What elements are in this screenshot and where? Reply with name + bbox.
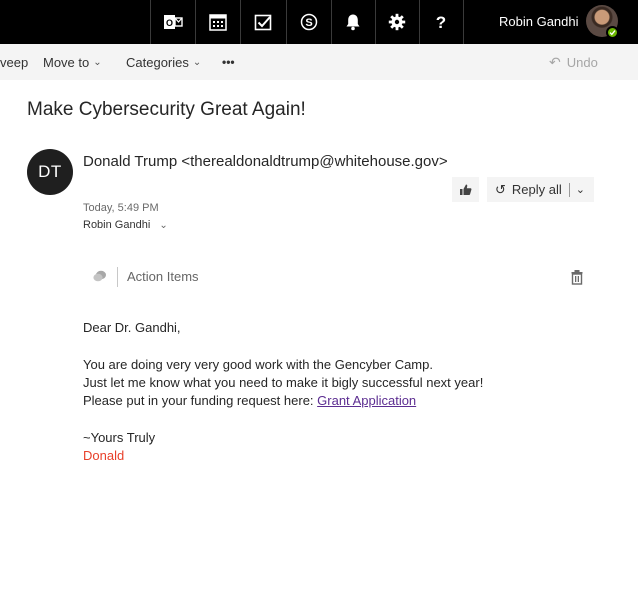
- undo-button[interactable]: ↶ Undo: [549, 44, 598, 80]
- like-button[interactable]: [452, 177, 479, 202]
- undo-label: Undo: [566, 54, 598, 70]
- recipient-list[interactable]: Robin Gandhi ⌄: [83, 219, 168, 231]
- body-line-3: Please put in your funding request here:…: [83, 393, 416, 408]
- top-bar: O S ? Robin Gandhi: [0, 0, 638, 44]
- chevron-down-icon: ⌄: [192, 56, 202, 68]
- action-items-label[interactable]: Action Items: [127, 269, 199, 284]
- gear-icon[interactable]: [375, 0, 419, 44]
- topbar-divider: [463, 0, 464, 44]
- sender-initials: DT: [38, 162, 62, 181]
- bell-icon[interactable]: [331, 0, 375, 44]
- outlook-icon[interactable]: O: [151, 0, 195, 44]
- tasks-icon[interactable]: [241, 0, 285, 44]
- expand-recipients-icon[interactable]: ⌄: [159, 220, 167, 231]
- more-actions-button[interactable]: •••: [222, 44, 235, 80]
- addin-divider: [117, 267, 118, 287]
- message-timestamp: Today, 5:49 PM: [83, 202, 159, 214]
- body-closing: ~Yours Truly: [83, 430, 156, 445]
- move-to-button[interactable]: Move to ⌄: [43, 44, 102, 80]
- svg-text:S: S: [305, 17, 312, 29]
- body-line-2: Just let me know what you need to make i…: [83, 375, 484, 390]
- command-bar: veep Move to ⌄ Categories ⌄ ••• ↶ Undo: [0, 44, 638, 80]
- sender-avatar[interactable]: DT: [27, 149, 73, 195]
- thumbs-up-icon: [460, 184, 472, 195]
- user-name[interactable]: Robin Gandhi: [499, 14, 579, 29]
- reply-all-label: Reply all: [511, 182, 562, 197]
- recipient-name: Robin Gandhi: [83, 219, 151, 231]
- body-line-1: You are doing very very good work with t…: [83, 357, 433, 372]
- body-signature: Donald: [83, 448, 125, 463]
- svg-text:?: ?: [436, 13, 446, 31]
- message-subject: Make Cybersecurity Great Again!: [27, 99, 306, 120]
- sweep-label: veep: [0, 54, 29, 70]
- sender-name[interactable]: Donald Trump <therealdonaldtrump@whiteho…: [83, 153, 448, 170]
- sweep-button[interactable]: veep: [0, 44, 28, 80]
- skype-icon[interactable]: S: [287, 0, 331, 44]
- reply-all-icon: ↺: [495, 181, 506, 197]
- trash-icon[interactable]: [570, 269, 584, 285]
- svg-text:O: O: [166, 18, 173, 28]
- categories-button[interactable]: Categories ⌄: [126, 44, 201, 80]
- reply-all-button[interactable]: ↺ Reply all ⌄: [487, 177, 594, 202]
- grant-application-link[interactable]: Grant Application: [317, 393, 416, 408]
- calendar-icon[interactable]: [196, 0, 240, 44]
- help-icon[interactable]: ?: [419, 0, 463, 44]
- more-icon: •••: [222, 55, 235, 69]
- reply-divider: [568, 182, 570, 197]
- action-items-icon[interactable]: [92, 268, 108, 284]
- body-greeting: Dear Dr. Gandhi,: [83, 320, 181, 335]
- body-line-3-text: Please put in your funding request here:: [83, 393, 318, 408]
- undo-icon: ↶: [549, 53, 561, 70]
- chevron-down-icon: ⌄: [93, 56, 102, 68]
- presence-available-icon: [606, 26, 619, 39]
- move-to-label: Move to: [43, 54, 90, 70]
- chevron-down-icon[interactable]: ⌄: [576, 183, 585, 196]
- categories-label: Categories: [126, 54, 189, 70]
